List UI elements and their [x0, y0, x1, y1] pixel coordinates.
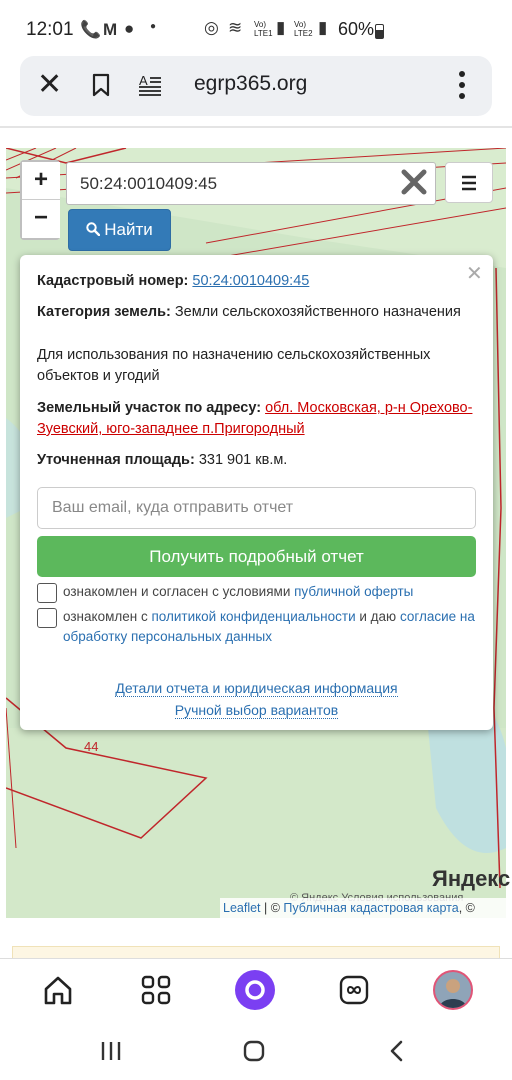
area-value: 331 901 кв.м. — [194, 452, 288, 468]
privacy-agree-mid: и даю — [355, 609, 400, 624]
manual-link-row: Ручной выбор вариантов — [20, 702, 493, 720]
lte1-label: Vo) LTE1 — [254, 20, 273, 38]
zoom-out-button[interactable]: − — [22, 200, 60, 238]
gmail-icon: M — [103, 20, 118, 39]
recent-apps-icon[interactable] — [100, 1041, 122, 1061]
clear-search-icon[interactable] — [400, 168, 428, 196]
bookmark-icon[interactable] — [92, 73, 110, 97]
privacy-agree-checkbox[interactable] — [37, 608, 57, 628]
header-divider — [0, 126, 512, 128]
url-text[interactable]: egrp365.org — [194, 72, 307, 96]
cadastral-number-link[interactable]: 50:24:0010409:45 — [192, 273, 309, 289]
address-row: Земельный участок по адресу: обл. Москов… — [37, 398, 482, 440]
reader-mode-icon[interactable]: A — [138, 72, 162, 96]
address-label: Земельный участок по адресу: — [37, 400, 262, 416]
profile-avatar[interactable] — [433, 970, 473, 1010]
wifi-icon: ≋ — [228, 18, 243, 37]
signal2-icon: ▮ — [318, 18, 328, 37]
map-attribution: Leaflet | © Публичная кадастровая карта,… — [220, 898, 506, 918]
android-home-icon[interactable] — [243, 1040, 265, 1062]
public-offer-link[interactable]: публичной оферты — [294, 584, 413, 599]
pkk-link[interactable]: Публичная кадастровая карта — [283, 901, 458, 915]
cadastral-number-row: Кадастровый номер: 50:24:0010409:45 — [37, 271, 477, 292]
report-details-link[interactable]: Детали отчета и юридическая информация — [115, 680, 398, 697]
yandex-logo: Яндекс — [432, 866, 511, 891]
search-input-value[interactable]: 50:24:0010409:45 — [80, 174, 217, 194]
privacy-agree-prefix: ознакомлен с — [63, 609, 152, 624]
tabs-icon[interactable] — [339, 975, 369, 1005]
svg-text:A: A — [139, 73, 148, 88]
land-category-value: Земли сельскохозяйственного назначения — [170, 304, 461, 320]
cadastral-number-label: Кадастровый номер: — [37, 273, 189, 289]
search-button[interactable]: Найти — [68, 209, 171, 251]
offer-agree-checkbox[interactable] — [37, 583, 57, 603]
status-time: 12:01 — [26, 19, 74, 40]
back-icon[interactable] — [388, 1040, 404, 1062]
close-tab-icon[interactable]: ✕ — [37, 70, 62, 100]
home-icon[interactable] — [42, 974, 74, 1006]
dot-icon: ● — [150, 21, 157, 32]
privacy-policy-link[interactable]: политикой конфиденциальности — [151, 609, 355, 624]
search-button-label: Найти — [104, 220, 153, 239]
details-link-row: Детали отчета и юридическая информация — [20, 680, 493, 698]
leaflet-link[interactable]: Leaflet — [223, 901, 261, 915]
land-category-label: Категория земель: — [37, 304, 171, 320]
notice-banner-edge — [12, 946, 500, 958]
more-options-icon[interactable] — [458, 70, 466, 100]
hotspot-icon: ◎ — [204, 18, 219, 37]
call-icon: 📞 — [80, 20, 102, 39]
offer-agree-text: ознакомлен и согласен с условиями публич… — [63, 582, 483, 602]
battery-icon — [375, 24, 384, 39]
battery-level: 60% — [338, 19, 375, 39]
get-report-button[interactable]: Получить подробный отчет — [37, 536, 476, 577]
alice-assistant-icon[interactable] — [235, 970, 275, 1010]
lte2-label: Vo) LTE2 — [294, 20, 313, 38]
attribution-separator: | © — [260, 901, 284, 915]
zoom-control: + − — [20, 160, 60, 240]
attribution-tail: , © — [458, 901, 475, 915]
manual-selection-link[interactable]: Ручной выбор вариантов — [174, 702, 339, 719]
hamburger-icon — [462, 175, 476, 191]
area-row: Уточненная площадь: 331 901 кв.м. — [37, 450, 477, 471]
offer-agree-prefix: ознакомлен и согласен с условиями — [63, 584, 295, 599]
email-placeholder[interactable]: Ваш email, куда отправить отчет — [52, 499, 293, 517]
signal1-icon: ▮ — [276, 18, 286, 37]
land-usage-text: Для использования по назначению сельскох… — [37, 347, 431, 384]
map-menu-button[interactable] — [445, 162, 493, 203]
land-category-row: Категория земель: Земли сельскохозяйстве… — [37, 302, 477, 323]
zoom-in-button[interactable]: + — [22, 162, 60, 200]
services-grid-icon[interactable] — [141, 975, 171, 1005]
search-icon — [86, 222, 101, 237]
privacy-agree-text: ознакомлен с политикой конфиденциальност… — [63, 607, 483, 647]
parcel-number-label: 44 — [84, 739, 99, 754]
keyhole-icon: ● — [124, 19, 135, 38]
area-label: Уточненная площадь: — [37, 452, 195, 468]
